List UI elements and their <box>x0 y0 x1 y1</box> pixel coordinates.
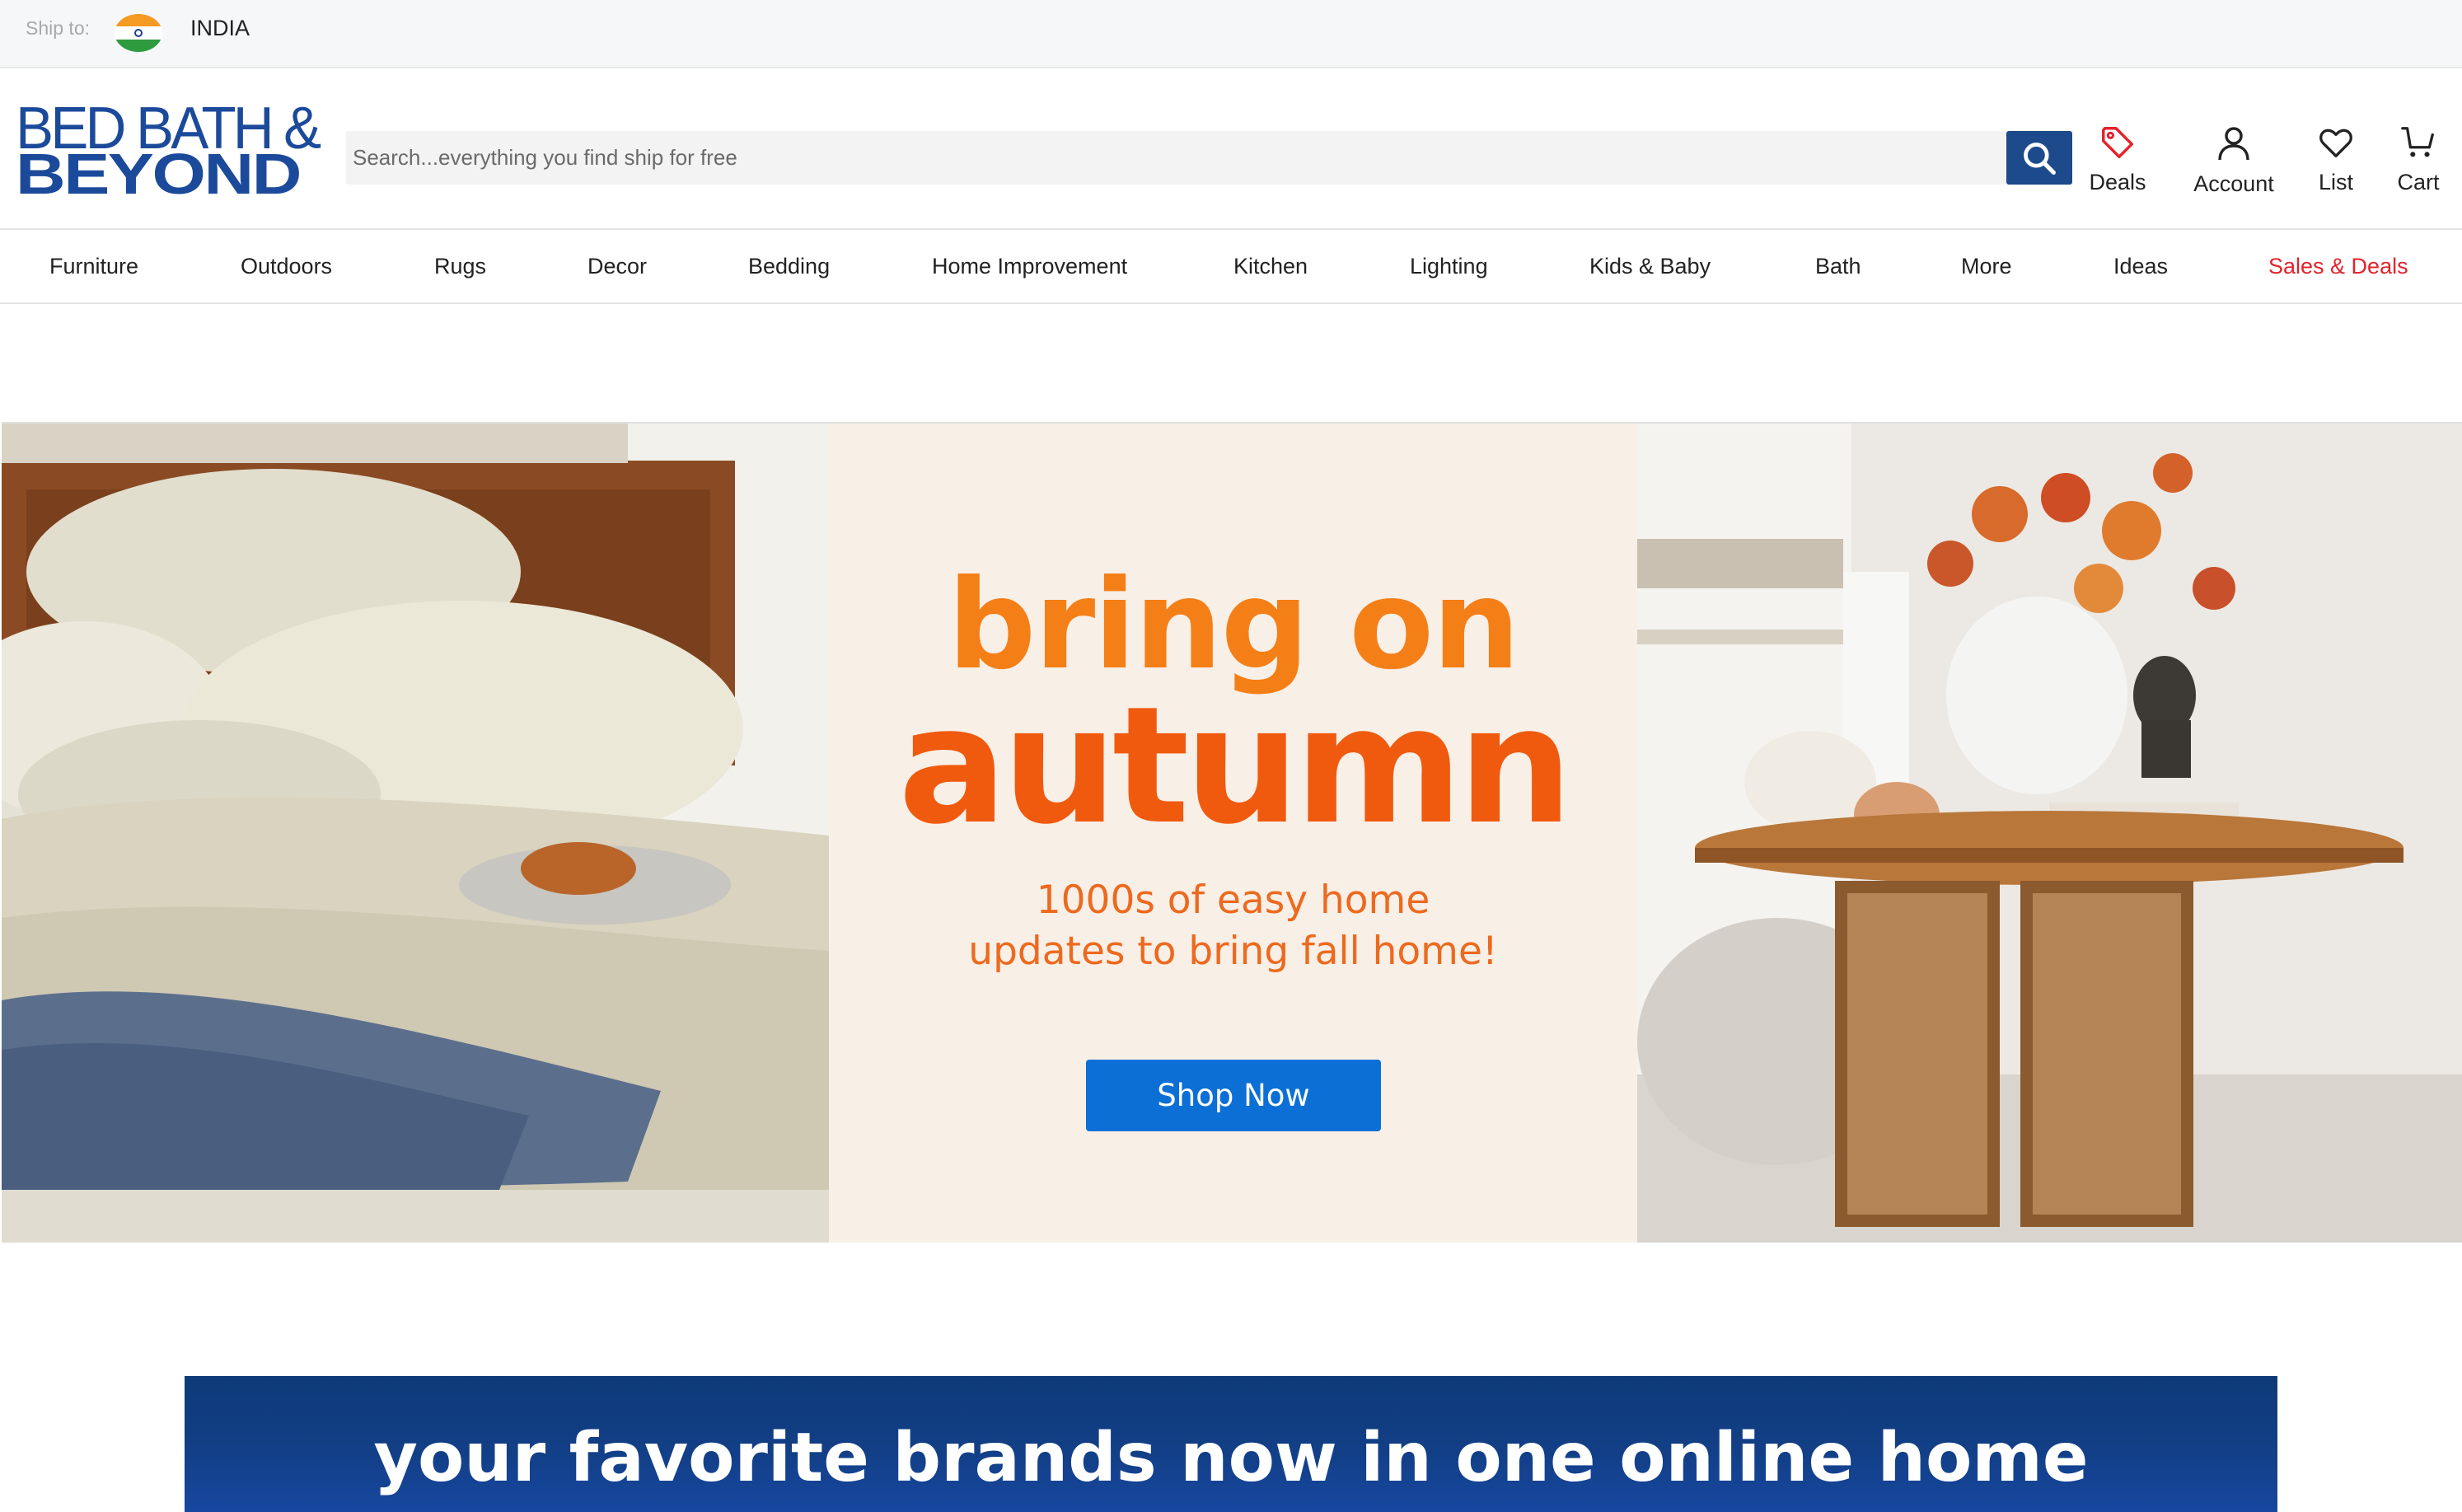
india-flag-icon[interactable] <box>115 14 162 52</box>
hero-text-panel: bring on autumn 1000s of easy home updat… <box>829 424 1637 1243</box>
tag-icon <box>2102 127 2133 158</box>
nav-item-more[interactable]: More <box>1961 230 2012 302</box>
nav-item-decor[interactable]: Decor <box>587 230 647 302</box>
brands-banner-text: your favorite brands now in one online h… <box>373 1419 2089 1497</box>
nav-item-furniture[interactable]: Furniture <box>49 230 138 302</box>
nav-item-home-improvement[interactable]: Home Improvement <box>932 230 1127 302</box>
deals-label: Deals <box>2089 170 2146 194</box>
list-button[interactable]: List <box>2311 124 2361 195</box>
nav-item-ideas[interactable]: Ideas <box>2113 230 2168 302</box>
nav-item-lighting[interactable]: Lighting <box>1410 230 1488 302</box>
logo-line-2: BEYOND <box>16 142 302 206</box>
site-logo[interactable]: BED BATH & BEYOND <box>16 99 321 206</box>
heart-icon <box>2319 129 2352 157</box>
cart-label: Cart <box>2397 170 2440 194</box>
hero-title-line2: autumn <box>898 672 1573 860</box>
deals-button[interactable]: Deals <box>2089 124 2146 195</box>
hero-banner[interactable]: bring on autumn 1000s of easy home updat… <box>2 422 2462 1243</box>
cart-button[interactable]: Cart <box>2389 124 2447 195</box>
search-button[interactable] <box>2006 131 2072 185</box>
search-input[interactable] <box>346 131 2006 185</box>
nav-item-outdoors[interactable]: Outdoors <box>241 230 332 302</box>
nav-item-kids-baby[interactable]: Kids & Baby <box>1589 230 1711 302</box>
ship-to-bar: Ship to: INDIA <box>0 0 2462 68</box>
hero-living-room-image <box>1637 424 2462 1243</box>
hero-title-line1: bring on <box>948 554 1520 697</box>
nav-item-rugs[interactable]: Rugs <box>434 230 486 302</box>
user-icon <box>2218 127 2249 161</box>
brands-banner[interactable]: your favorite brands now in one online h… <box>185 1376 2277 1512</box>
hero-subtitle-line1: 1000s of easy home <box>1036 878 1430 923</box>
category-nav: Furniture Outdoors Rugs Decor Bedding Ho… <box>0 228 2462 304</box>
account-button[interactable]: Account <box>2188 124 2279 197</box>
nav-item-bath[interactable]: Bath <box>1815 230 1861 302</box>
hero-bedroom-image <box>2 424 829 1243</box>
shop-now-button[interactable]: Shop Now <box>1086 1060 1381 1131</box>
nav-item-sales-deals[interactable]: Sales & Deals <box>2268 230 2408 302</box>
ship-to-label: Ship to: <box>26 17 90 39</box>
nav-item-bedding[interactable]: Bedding <box>748 230 830 302</box>
ship-to-country[interactable]: INDIA <box>190 16 250 41</box>
hero-subtitle-line2: updates to bring fall home! <box>968 929 1498 974</box>
cart-icon <box>2401 127 2434 157</box>
list-label: List <box>2318 170 2354 194</box>
search-icon <box>2024 142 2056 175</box>
hero-subtitle: 1000s of easy home updates to bring fall… <box>829 875 1637 977</box>
account-label: Account <box>2193 171 2274 196</box>
nav-item-kitchen[interactable]: Kitchen <box>1233 230 1308 302</box>
